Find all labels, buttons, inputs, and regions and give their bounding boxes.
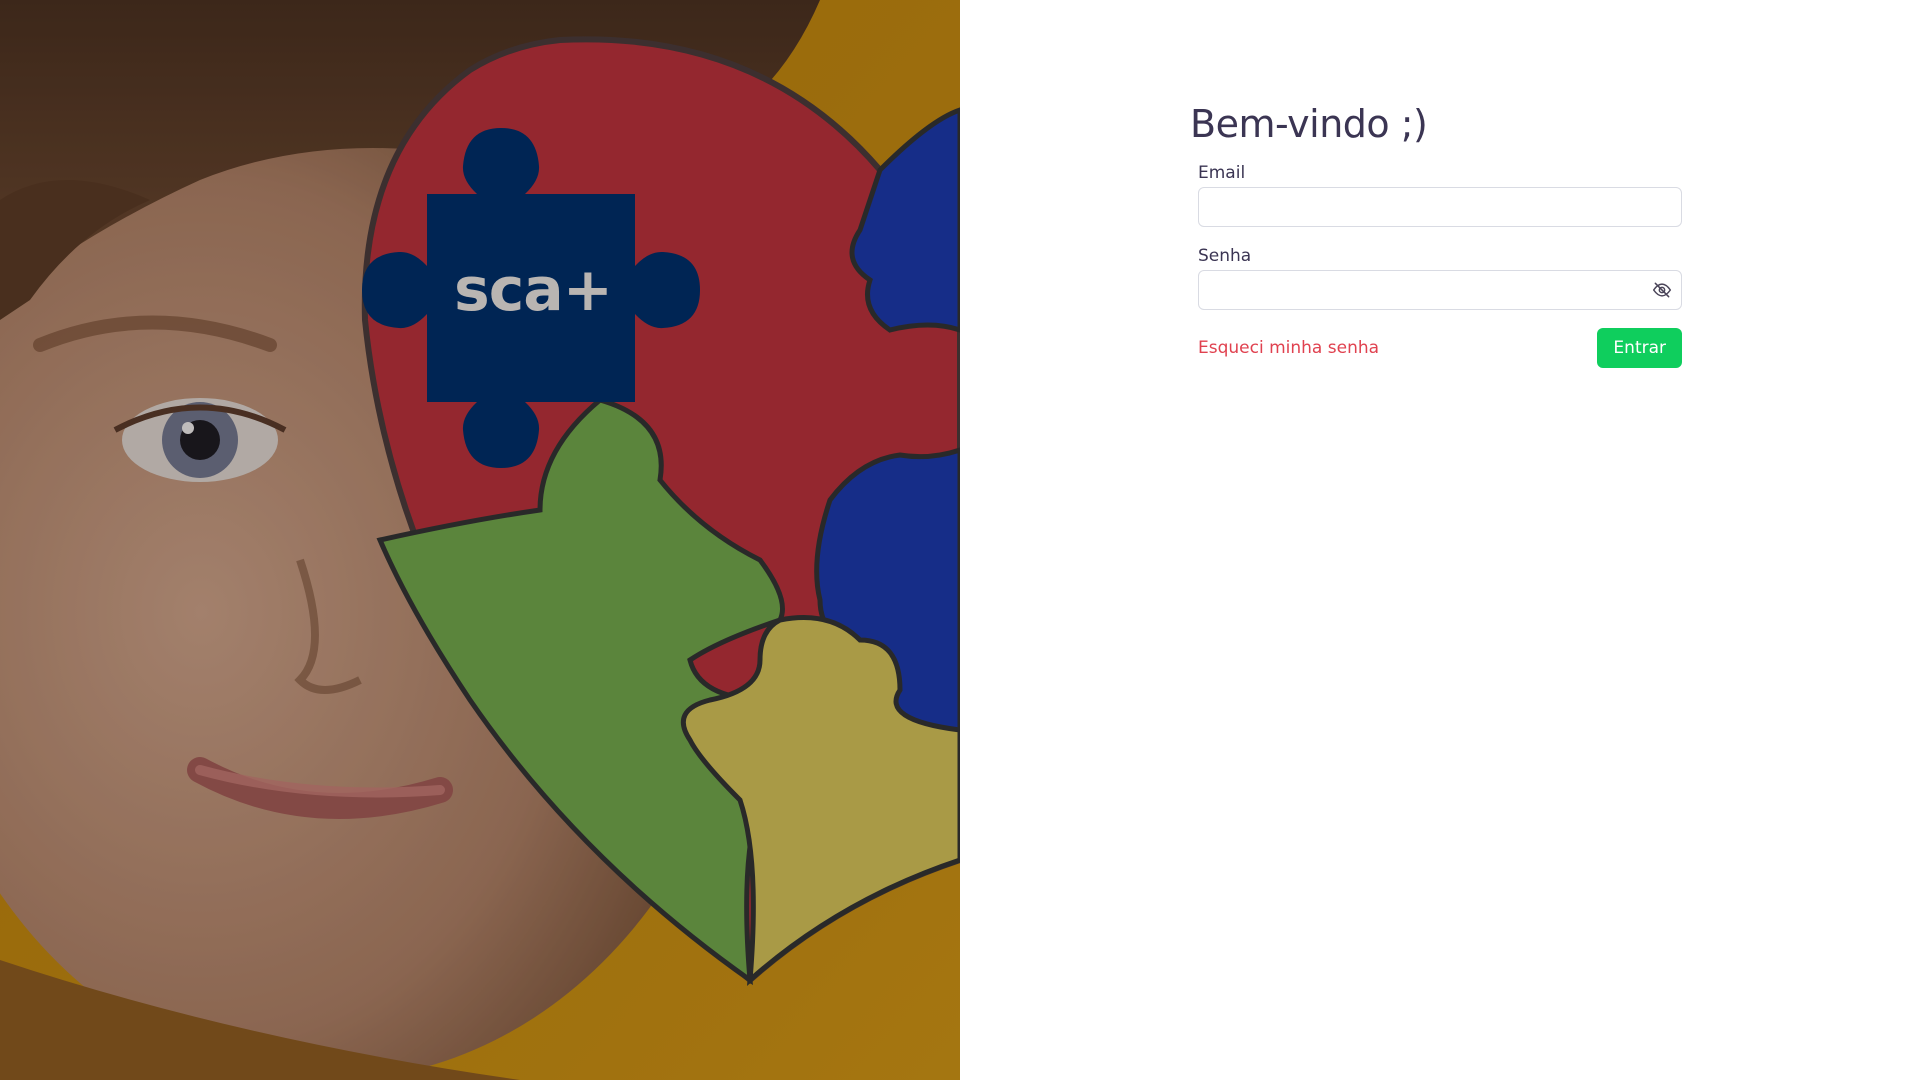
password-input[interactable]: [1198, 270, 1682, 310]
eye-slash-icon[interactable]: [1652, 280, 1672, 300]
submit-button[interactable]: Entrar: [1597, 328, 1682, 368]
login-form: Email Senha Esqueci minha senha Entrar: [1198, 162, 1682, 368]
email-label: Email: [1198, 163, 1246, 183]
password-field-wrapper: [1198, 270, 1682, 310]
sca-logo: sca+: [362, 128, 700, 468]
logo-wordmark: sca+: [454, 255, 613, 325]
form-actions: Esqueci minha senha Entrar: [1198, 328, 1682, 368]
hero-image-panel: sca+: [0, 0, 960, 1080]
forgot-password-link[interactable]: Esqueci minha senha: [1198, 337, 1379, 359]
email-field-wrapper: [1198, 187, 1682, 227]
login-panel: Bem-vindo ;) Email Senha Esqueci minha s: [1190, 96, 1684, 368]
page-title: Bem-vindo ;): [1190, 102, 1428, 146]
login-page: sca+ Bem-vindo ;) Email Senha Esqueci mi…: [0, 0, 1920, 1080]
email-input[interactable]: [1198, 187, 1682, 227]
password-label: Senha: [1198, 246, 1252, 266]
